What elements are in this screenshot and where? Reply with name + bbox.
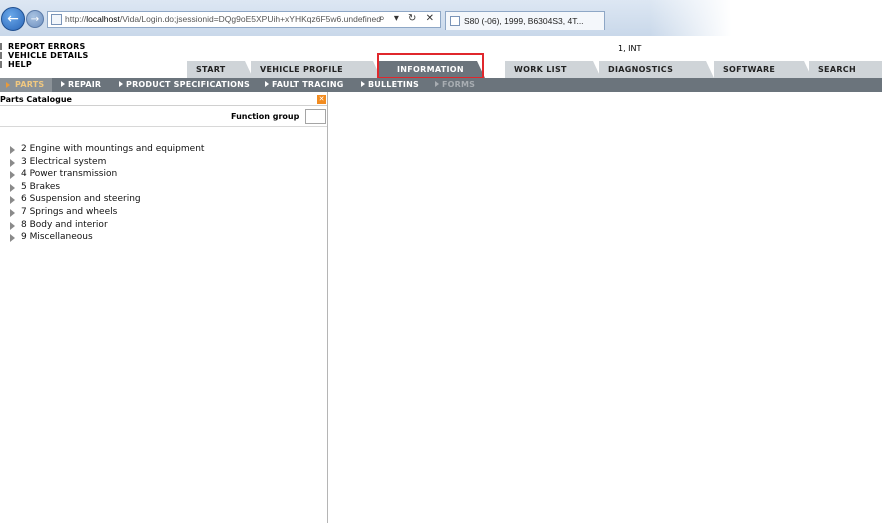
expand-triangle-icon[interactable] bbox=[10, 221, 15, 230]
help-link[interactable]: HELP bbox=[0, 60, 32, 69]
expand-triangle-icon[interactable] bbox=[10, 158, 15, 167]
close-icon[interactable]: ✕ bbox=[317, 95, 326, 104]
expand-triangle-icon[interactable] bbox=[10, 234, 15, 243]
arrow-right-icon bbox=[6, 82, 10, 88]
report-errors-link[interactable]: REPORT ERRORS bbox=[0, 42, 85, 51]
expand-triangle-icon[interactable] bbox=[10, 171, 15, 180]
subnav-parts[interactable]: PARTS bbox=[0, 78, 52, 92]
tab-work-list[interactable]: WORK LIST bbox=[505, 61, 601, 78]
forward-arrow-icon[interactable]: → bbox=[26, 10, 44, 28]
subnav-forms[interactable]: FORMS bbox=[435, 80, 475, 89]
arrow-right-icon bbox=[265, 81, 269, 87]
subnav-product-specifications[interactable]: PRODUCT SPECIFICATIONS bbox=[119, 80, 250, 89]
function-group-input[interactable] bbox=[305, 109, 326, 124]
panel-title: Parts Catalogue bbox=[0, 95, 72, 104]
window-glare bbox=[650, 0, 882, 50]
expand-triangle-icon[interactable] bbox=[10, 196, 15, 205]
url-text[interactable]: http://localhost/Vida/Login.do;jsessioni… bbox=[65, 14, 381, 24]
subnav-fault-tracing[interactable]: FAULT TRACING bbox=[265, 80, 344, 89]
address-bar[interactable]: http://localhost/Vida/Login.do;jsessioni… bbox=[47, 11, 441, 28]
tab-search[interactable]: SEARCH bbox=[809, 61, 882, 78]
browser-tab-title: S80 (-06), 1999, B6304S3, 4T... bbox=[464, 16, 584, 26]
back-arrow-icon[interactable]: ← bbox=[1, 7, 25, 31]
tab-start[interactable]: START bbox=[187, 61, 253, 78]
tab-page-icon bbox=[450, 16, 460, 26]
expand-triangle-icon[interactable] bbox=[10, 183, 15, 192]
expand-triangle-icon[interactable] bbox=[10, 208, 15, 217]
expand-triangle-icon[interactable] bbox=[10, 146, 15, 154]
sub-navigation: PARTS REPAIR PRODUCT SPECIFICATIONS FAUL… bbox=[0, 78, 882, 92]
arrow-right-icon bbox=[435, 81, 439, 87]
arrow-right-icon bbox=[361, 81, 365, 87]
user-info: 1, INT bbox=[618, 44, 642, 53]
browser-tab[interactable]: S80 (-06), 1999, B6304S3, 4T... bbox=[445, 11, 605, 30]
page-icon bbox=[51, 14, 62, 25]
parts-catalogue-panel: Parts Catalogue ✕ Function group 2 Engin… bbox=[0, 92, 328, 523]
tab-diagnostics[interactable]: DIAGNOSTICS bbox=[599, 61, 714, 78]
divider bbox=[0, 105, 327, 106]
tab-vehicle-profile[interactable]: VEHICLE PROFILE bbox=[251, 61, 381, 78]
subnav-bulletins[interactable]: BULLETINS bbox=[361, 80, 419, 89]
vehicle-details-link[interactable]: VEHICLE DETAILS bbox=[0, 51, 89, 60]
highlight-box bbox=[377, 53, 484, 79]
subnav-repair[interactable]: REPAIR bbox=[61, 80, 101, 89]
address-actions-icons[interactable]: ⌕ ▾ ↻ ✕ bbox=[379, 13, 437, 24]
divider bbox=[0, 126, 327, 127]
arrow-right-icon bbox=[119, 81, 123, 87]
tab-software[interactable]: SOFTWARE bbox=[714, 61, 812, 78]
arrow-right-icon bbox=[61, 81, 65, 87]
function-group-label: Function group bbox=[231, 112, 300, 121]
